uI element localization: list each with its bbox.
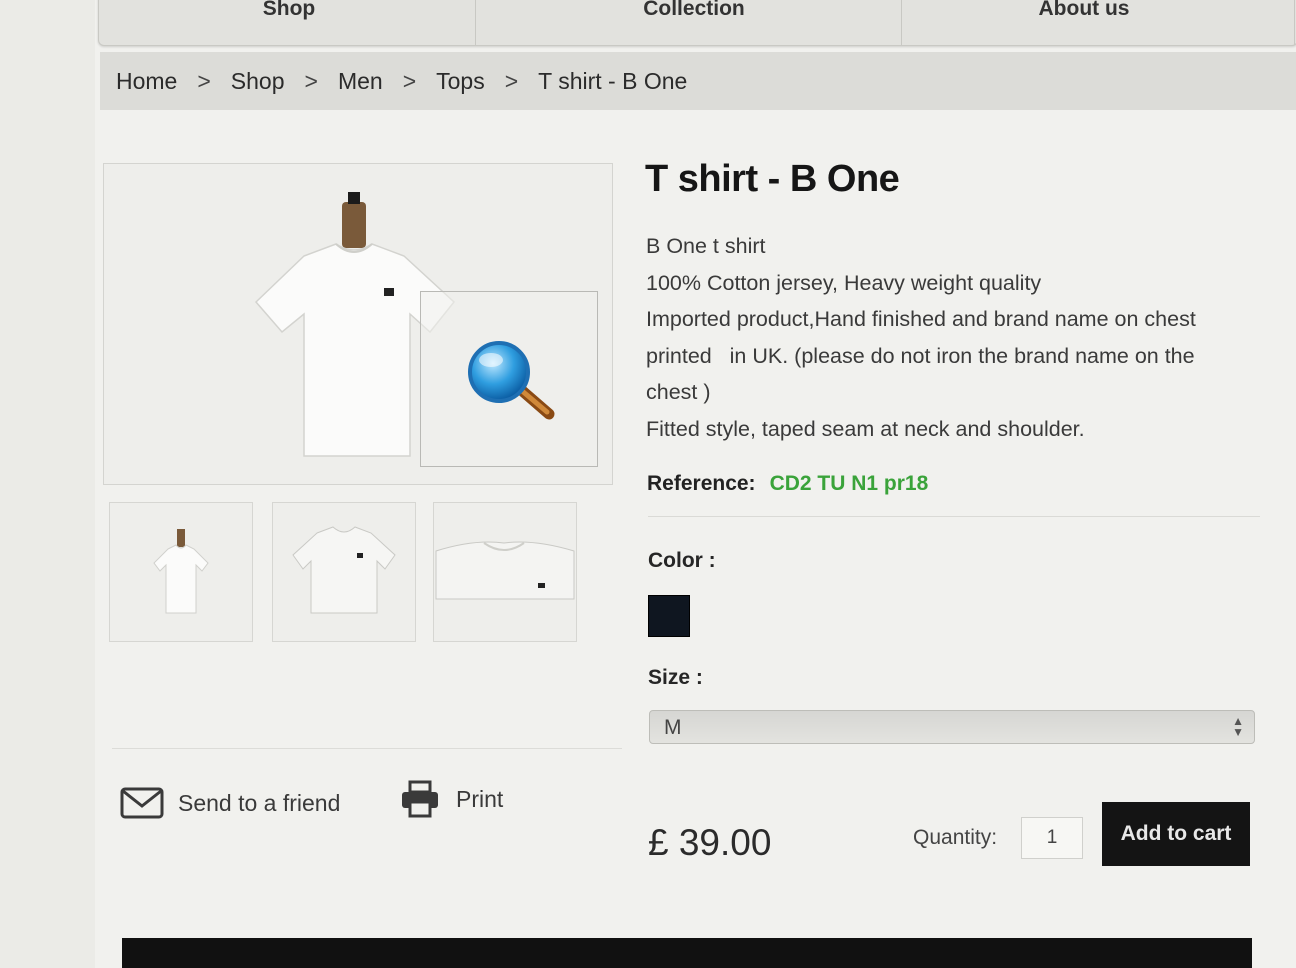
send-to-friend-label: Send to a friend [178, 789, 341, 816]
envelope-icon [120, 787, 164, 819]
reference-label: Reference: [647, 472, 756, 495]
nav-divider [475, 0, 476, 45]
breadcrumb-separator: > [504, 67, 519, 94]
thumbnail-tshirt-folded[interactable] [433, 502, 577, 642]
divider [112, 748, 622, 749]
nav-item-about-us[interactable]: About us [1019, 0, 1149, 45]
add-to-cart-button[interactable]: Add to cart [1102, 802, 1250, 866]
nav-divider [901, 0, 902, 45]
divider [648, 516, 1260, 517]
color-swatch-black[interactable] [648, 595, 690, 637]
breadcrumb-separator: > [304, 67, 318, 94]
breadcrumb-shop[interactable]: Shop [231, 68, 285, 95]
breadcrumb-home[interactable]: Home [116, 68, 177, 95]
product-description: B One t shirt 100% Cotton jersey, Heavy … [646, 228, 1256, 447]
thumbnail-image [153, 529, 209, 614]
magnifier-icon [468, 341, 555, 420]
thumbnail-image [435, 541, 575, 600]
thumbnail-tshirt-flat[interactable] [272, 502, 416, 642]
nav-divider [1294, 0, 1295, 45]
thumbnail-mannequin-front[interactable] [109, 502, 253, 642]
thumbnail-image [292, 526, 396, 614]
quantity-input[interactable]: 1 [1021, 817, 1083, 859]
nav-item-shop[interactable]: Shop [219, 0, 359, 45]
size-selected-value: M [664, 716, 682, 739]
nav-item-collection[interactable]: Collection [599, 0, 789, 45]
breadcrumb-separator: > [402, 67, 417, 94]
reference-value: CD2 TU N1 pr18 [769, 472, 929, 495]
footer-bar [122, 938, 1252, 968]
size-label: Size : [648, 666, 703, 689]
product-main-image[interactable] [103, 163, 613, 485]
select-arrows-icon: ▲ ▼ [1232, 714, 1244, 739]
print-label: Print [456, 785, 504, 812]
description-line: B One t shirt [646, 234, 766, 258]
quantity-label: Quantity: [913, 826, 998, 849]
breadcrumb-men[interactable]: Men [338, 68, 383, 95]
description-line: printed in UK. (please do not iron the b… [646, 343, 1195, 368]
zoom-overlay[interactable] [420, 291, 598, 467]
breadcrumb-current: T shirt - B One [538, 67, 688, 94]
product-title: T shirt - B One [645, 158, 900, 200]
size-select[interactable]: M ▲ ▼ [649, 710, 1255, 744]
send-to-friend-link[interactable]: Send to a friend [120, 786, 340, 820]
product-price: £ 39.00 [648, 822, 772, 863]
description-line: 100% Cotton jersey, Heavy weight quality [646, 270, 1042, 295]
printer-icon [402, 780, 438, 818]
print-link[interactable]: Print [400, 780, 503, 818]
top-navigation: Shop Collection About us [98, 0, 1296, 46]
description-line: Fitted style, taped seam at neck and sho… [646, 416, 1085, 441]
reference: Reference: CD2 TU N1 pr18 [647, 472, 928, 496]
color-label: Color : [648, 549, 716, 572]
description-line: Imported product,Hand finished and brand… [646, 307, 1196, 331]
breadcrumb-separator: > [197, 67, 211, 94]
description-line: chest ) [646, 380, 711, 404]
breadcrumb-tops[interactable]: Tops [436, 68, 485, 95]
breadcrumb: Home > Shop > Men > Tops > T shirt - B O… [100, 52, 1296, 110]
